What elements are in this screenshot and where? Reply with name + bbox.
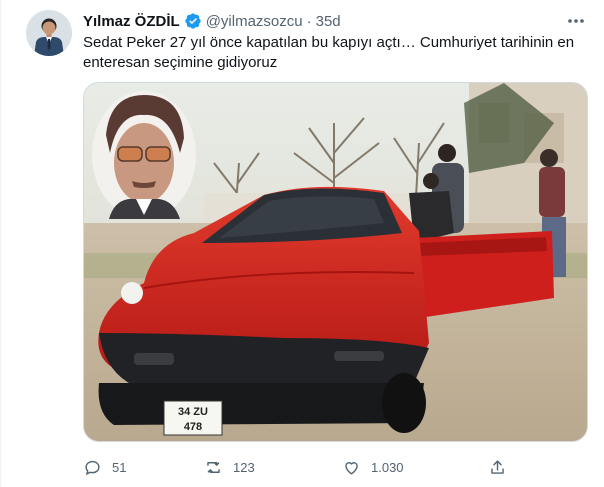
tweet-timestamp[interactable]: 35d — [316, 13, 341, 30]
retweet-count: 123 — [233, 459, 255, 475]
author-handle[interactable]: @yilmazsozcu — [206, 13, 303, 30]
tweet-text: Sedat Peker 27 yıl önce kapatılan bu kap… — [83, 34, 575, 71]
tweet-card[interactable]: Yılmaz ÖZDİL @yilmazsozcu · 35d Sedat Pe… — [0, 0, 604, 487]
header-separator: · — [306, 12, 312, 30]
plate-line1: 34 ZU — [178, 406, 208, 418]
reply-count: 51 — [112, 459, 127, 475]
plate-line2: 478 — [184, 421, 202, 433]
more-dots-icon — [568, 19, 584, 23]
retweet-icon — [207, 461, 220, 473]
verified-badge-icon — [185, 13, 201, 29]
avatar[interactable] — [26, 10, 72, 56]
tweet-media[interactable]: 34 ZU 478 — [83, 82, 588, 442]
more-options-button[interactable] — [566, 12, 586, 30]
like-count: 1.030 — [371, 459, 404, 475]
author-name[interactable]: Yılmaz ÖZDİL — [83, 13, 180, 30]
reply-button[interactable]: 51 — [83, 456, 126, 478]
tweet-header: Yılmaz ÖZDİL @yilmazsozcu · 35d — [83, 11, 341, 31]
like-button[interactable]: 1.030 — [342, 456, 404, 478]
avatar-image — [26, 10, 72, 56]
tweet-actions: 51 123 1.030 — [83, 456, 513, 478]
share-button[interactable] — [488, 456, 517, 478]
share-icon — [491, 459, 504, 474]
like-icon — [345, 461, 358, 475]
media-photo: 34 ZU 478 — [84, 83, 587, 441]
reply-icon — [85, 460, 100, 475]
retweet-button[interactable]: 123 — [204, 456, 255, 478]
